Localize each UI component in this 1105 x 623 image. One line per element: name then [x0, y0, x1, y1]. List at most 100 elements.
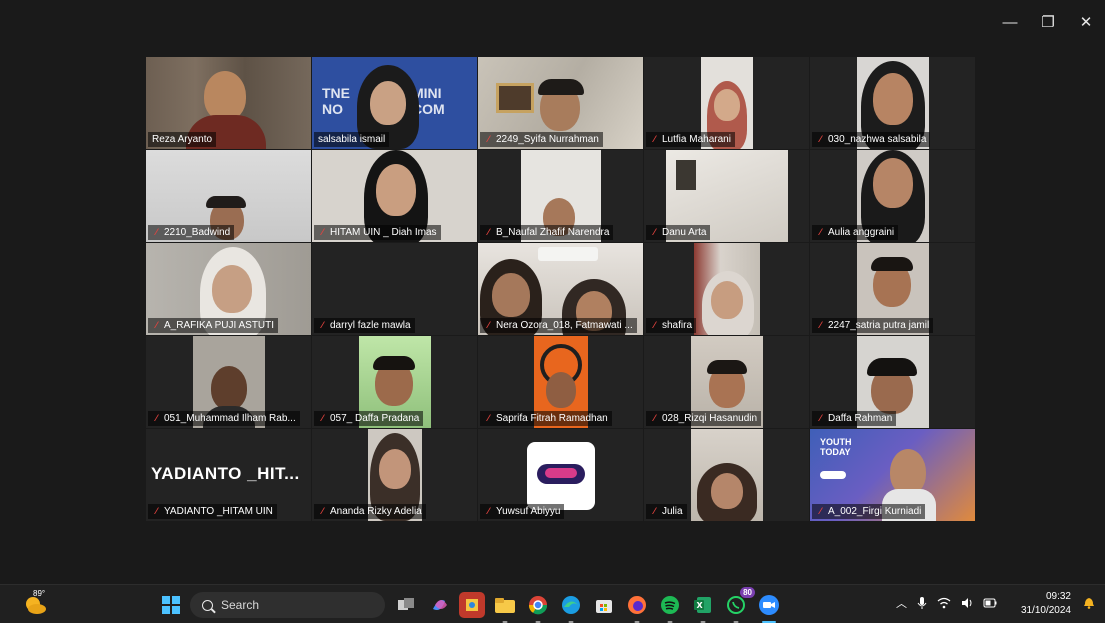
firefox-icon[interactable] [624, 592, 650, 623]
participant-name-label: salsabila ismail [314, 132, 390, 147]
participant-name-label: ⁄ B_Naufal Zhafif Narendra [480, 225, 614, 240]
windows-taskbar: 89° Search X 80 ︿ 09:32 31/10/2024 [0, 584, 1105, 623]
mic-muted-icon: ⁄ [321, 320, 324, 330]
volume-icon[interactable] [961, 597, 973, 609]
store-icon[interactable] [591, 592, 617, 618]
participant-video [690, 429, 763, 521]
participant-tile[interactable]: Reza Aryanto [146, 57, 311, 149]
participant-name-label: ⁄ HITAM UIN _ Diah Imas [314, 225, 441, 240]
participant-tile[interactable]: ⁄ 2210_Badwind [146, 150, 311, 242]
mic-muted-icon: ⁄ [653, 227, 656, 237]
participant-tile[interactable]: ⁄ Julia [644, 429, 809, 521]
participant-name-label: ⁄ Ananda Rizky Adelia [314, 504, 426, 519]
participant-tile[interactable]: TNE NO MINI COM salsabila ismail [312, 57, 477, 149]
mic-muted-icon: ⁄ [487, 227, 490, 237]
participant-name-label: ⁄ shafira [646, 318, 697, 333]
weather-temperature: 89° [33, 589, 46, 598]
mic-muted-icon: ⁄ [155, 320, 158, 330]
task-view-icon[interactable] [393, 592, 419, 618]
whatsapp-icon[interactable]: 80 [723, 587, 755, 623]
mic-muted-icon: ⁄ [487, 134, 490, 144]
participant-tile[interactable]: ⁄ Yuwsuf Abiyyu [478, 429, 643, 521]
participant-tile[interactable]: ⁄ 030_nazhwa salsabila [810, 57, 975, 149]
mic-muted-icon: ⁄ [155, 227, 158, 237]
mic-muted-icon: ⁄ [819, 413, 822, 423]
participant-tile[interactable]: ⁄ 057_ Daffa Pradana [312, 336, 477, 428]
participant-tile[interactable]: YOUTH TODAY ⁄ A_002_Firgi Kurniadi [810, 429, 975, 521]
participant-tile[interactable]: YADIANTO _HIT... ⁄ YADIANTO _HITAM UIN [146, 429, 311, 521]
participant-name-label: ⁄ Daffa Rahman [812, 411, 897, 426]
participant-tile[interactable]: ⁄ Danu Arta [644, 150, 809, 242]
participant-tile[interactable]: ⁄ 2247_satria putra jamil [810, 243, 975, 335]
file-explorer-icon[interactable] [492, 592, 518, 623]
spotify-icon[interactable] [657, 592, 683, 623]
participant-name-label: ⁄ Lutfia Maharani [646, 132, 735, 147]
mic-muted-icon: ⁄ [155, 506, 158, 516]
participant-name-label: ⁄ Saprifa Fitrah Ramadhan [480, 411, 612, 426]
participant-name-label: ⁄ 2249_Syifa Nurrahman [480, 132, 603, 147]
participant-tile[interactable]: ⁄ B_Naufal Zhafif Narendra [478, 150, 643, 242]
chrome-icon[interactable] [525, 592, 551, 623]
participant-name-label: ⁄ A_002_Firgi Kurniadi [812, 504, 926, 519]
participant-tile[interactable]: ⁄ Daffa Rahman [810, 336, 975, 428]
mic-muted-icon: ⁄ [819, 134, 822, 144]
participant-video [693, 243, 760, 335]
mic-muted-icon: ⁄ [819, 227, 822, 237]
participant-name-label: ⁄ Nera Ozora_018, Fatmawati ... [480, 318, 637, 333]
edge-icon[interactable] [558, 592, 584, 623]
participant-name-label: ⁄ Julia [646, 504, 687, 519]
excel-icon[interactable]: X [690, 592, 716, 623]
participant-name-label: ⁄ darryl fazle mawla [314, 318, 415, 333]
wifi-icon[interactable] [937, 597, 951, 609]
restore-button[interactable]: ❐ [1029, 8, 1067, 36]
system-clock[interactable]: 09:32 31/10/2024 [1021, 590, 1071, 618]
mic-muted-icon: ⁄ [819, 506, 822, 516]
mic-muted-icon: ⁄ [321, 413, 324, 423]
mic-muted-icon: ⁄ [487, 413, 490, 423]
start-button[interactable] [162, 596, 180, 614]
participant-tile[interactable]: ⁄ Lutfia Maharani [644, 57, 809, 149]
clock-time: 09:32 [1045, 591, 1071, 602]
participant-name-label: ⁄ 2210_Badwind [148, 225, 235, 240]
zoom-icon[interactable] [756, 592, 782, 623]
mic-muted-icon: ⁄ [653, 134, 656, 144]
minimize-button[interactable]: — [991, 8, 1029, 36]
profile-picture [527, 442, 595, 510]
participant-tile[interactable]: ⁄ HITAM UIN _ Diah Imas [312, 150, 477, 242]
participant-name-label: ⁄ Aulia anggraini [812, 225, 899, 240]
search-icon [202, 599, 213, 611]
participant-name-label: ⁄ 051_Muhammad Ilham Rab... [148, 411, 300, 426]
search-box[interactable]: Search [190, 592, 385, 618]
photos-icon[interactable] [459, 592, 485, 618]
participant-tile[interactable]: ⁄ 051_Muhammad Ilham Rab... [146, 336, 311, 428]
mic-muted-icon: ⁄ [653, 506, 656, 516]
battery-icon[interactable] [983, 598, 997, 608]
notification-bell-icon[interactable] [1083, 597, 1095, 609]
mic-muted-icon: ⁄ [819, 320, 822, 330]
mic-muted-icon: ⁄ [653, 413, 656, 423]
participant-name-label: ⁄ 028_Rizqi Hasanudin [646, 411, 762, 426]
participant-tile[interactable]: ⁄ Nera Ozora_018, Fatmawati ... [478, 243, 643, 335]
participant-tile[interactable]: ⁄ shafira [644, 243, 809, 335]
notification-badge: 80 [740, 587, 755, 598]
zoom-meeting-window: — ❐ ✕ Reza Aryanto TNE NO MINI COM salsabi… [0, 0, 1105, 584]
participant-tile[interactable]: ⁄ A_RAFIKA PUJI ASTUTI [146, 243, 311, 335]
participant-name-label: ⁄ A_RAFIKA PUJI ASTUTI [148, 318, 279, 333]
participant-tile[interactable]: ⁄ 028_Rizqi Hasanudin [644, 336, 809, 428]
participant-tile[interactable]: ⁄ Saprifa Fitrah Ramadhan [478, 336, 643, 428]
participant-name-label: ⁄ 057_ Daffa Pradana [314, 411, 424, 426]
gallery-view: Reza Aryanto TNE NO MINI COM salsabila ism… [146, 57, 976, 524]
close-button[interactable]: ✕ [1067, 8, 1105, 36]
participant-name-label: ⁄ YADIANTO _HITAM UIN [148, 504, 277, 519]
participant-tile[interactable]: ⁄ Ananda Rizky Adelia [312, 429, 477, 521]
window-controls: — ❐ ✕ [991, 8, 1105, 36]
participant-name-label: Reza Aryanto [148, 132, 217, 147]
participant-tile[interactable]: ⁄ 2249_Syifa Nurrahman [478, 57, 643, 149]
system-tray: ︿ [896, 595, 997, 611]
participant-tile[interactable]: ⁄ Aulia anggraini [810, 150, 975, 242]
microphone-icon[interactable] [917, 596, 927, 610]
participant-avatar-name: YADIANTO _HIT... [151, 464, 300, 483]
chevron-up-icon[interactable]: ︿ [896, 595, 907, 611]
participant-tile[interactable]: ⁄ darryl fazle mawla [312, 243, 477, 335]
copilot-icon[interactable] [426, 592, 452, 618]
